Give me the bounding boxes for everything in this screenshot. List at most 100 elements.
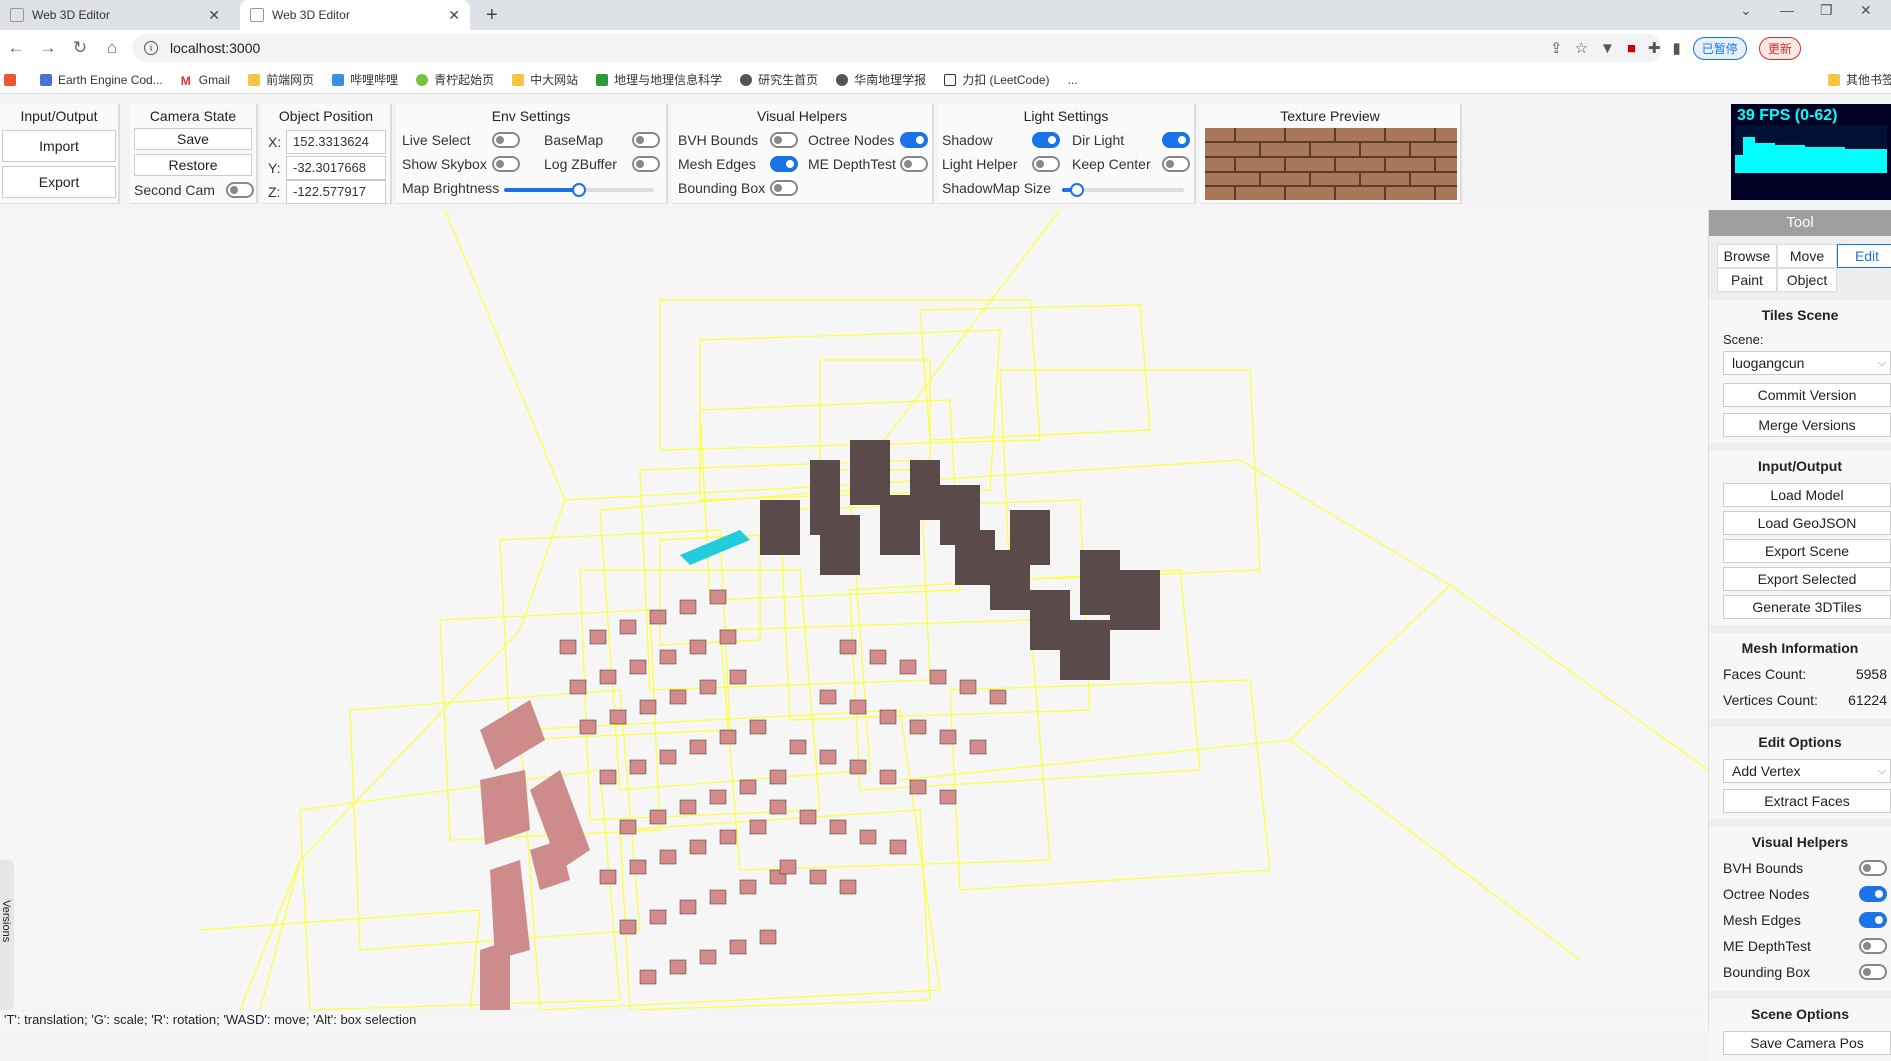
- scene-select[interactable]: luogangcun ⌵: [1723, 351, 1891, 375]
- extension-red-icon[interactable]: ■: [1627, 40, 1636, 57]
- octree-nodes-toggle[interactable]: [900, 132, 928, 148]
- export-scene-button[interactable]: Export Scene: [1723, 539, 1891, 563]
- map-brightness-slider[interactable]: [504, 183, 654, 197]
- mesh-edges-toggle[interactable]: [770, 156, 798, 172]
- url-input[interactable]: i localhost:3000: [132, 34, 1662, 62]
- load-model-button[interactable]: Load Model: [1723, 483, 1891, 507]
- basemap-toggle[interactable]: [632, 132, 660, 148]
- mode-object[interactable]: Object: [1777, 268, 1837, 292]
- light-title: Light Settings: [1023, 108, 1109, 124]
- browser-tab[interactable]: Web 3D Editor ✕: [0, 0, 230, 30]
- right-mesh-edges-toggle[interactable]: [1859, 912, 1887, 928]
- commit-version-button[interactable]: Commit Version: [1723, 383, 1891, 407]
- puzzle-icon[interactable]: ✚: [1648, 39, 1661, 57]
- site-info-icon[interactable]: i: [144, 41, 158, 55]
- bookmark-item[interactable]: Earth Engine Cod...: [40, 73, 163, 87]
- extension-icon[interactable]: ▼: [1600, 40, 1615, 57]
- import-button[interactable]: Import: [2, 130, 116, 162]
- bookmark-item[interactable]: 力扣 (LeetCode): [944, 71, 1050, 88]
- scene-canvas[interactable]: [0, 209, 1709, 1011]
- bookmark-item[interactable]: 中大网站: [512, 71, 578, 88]
- close-tab-icon[interactable]: ✕: [448, 7, 460, 24]
- bounding-box-toggle[interactable]: [770, 180, 798, 196]
- me-depthtest-label: ME DepthTest: [808, 156, 896, 172]
- slider-knob[interactable]: [1069, 183, 1084, 197]
- bookmark-item[interactable]: 地理与地理信息科学: [596, 71, 722, 88]
- right-bvh-label: BVH Bounds: [1723, 860, 1804, 876]
- mode-paint[interactable]: Paint: [1717, 268, 1777, 292]
- versions-drawer-tab[interactable]: Versions: [0, 860, 14, 1010]
- reload-icon[interactable]: ↻: [64, 38, 96, 58]
- mode-browse[interactable]: Browse: [1717, 244, 1777, 268]
- shadowmap-size-slider[interactable]: [1062, 183, 1184, 197]
- log-zbuffer-toggle[interactable]: [632, 156, 660, 172]
- export-selected-button[interactable]: Export Selected: [1723, 567, 1891, 591]
- forward-icon[interactable]: →: [32, 38, 64, 58]
- texture-brick-image: [1205, 128, 1457, 200]
- y-position-input[interactable]: -32.3017668: [286, 156, 386, 180]
- generate-3dtiles-button[interactable]: Generate 3DTiles: [1723, 595, 1891, 619]
- show-skybox-toggle[interactable]: [492, 156, 520, 172]
- tab-search-icon[interactable]: ⌄: [1740, 2, 1752, 19]
- restore-camera-button[interactable]: Restore: [134, 154, 252, 176]
- me-depthtest-toggle[interactable]: [900, 156, 928, 172]
- mesh-information-title: Mesh Information: [1741, 640, 1859, 656]
- close-tab-icon[interactable]: ✕: [208, 7, 220, 24]
- extract-faces-button[interactable]: Extract Faces: [1723, 789, 1891, 813]
- load-geojson-button[interactable]: Load GeoJSON: [1723, 511, 1891, 535]
- selected-building[interactable]: [680, 530, 750, 565]
- browser-tab-active[interactable]: Web 3D Editor ✕: [240, 0, 470, 30]
- right-bvh-toggle[interactable]: [1859, 860, 1887, 876]
- globe-icon: [836, 73, 849, 86]
- edit-mode-select[interactable]: Add Vertex ⌵: [1723, 759, 1891, 783]
- bvh-bounds-toggle[interactable]: [770, 132, 798, 148]
- bookmark-item[interactable]: M Gmail: [180, 73, 230, 88]
- live-select-label: Live Select: [402, 132, 471, 148]
- live-select-toggle[interactable]: [492, 132, 520, 148]
- bookmark-item[interactable]: 研究生首页: [740, 71, 818, 88]
- z-position-input[interactable]: -122.577917: [286, 180, 386, 204]
- back-icon[interactable]: ←: [0, 38, 32, 58]
- slider-knob[interactable]: [572, 183, 586, 197]
- home-icon[interactable]: ⌂: [96, 38, 128, 58]
- save-camera-pos-button[interactable]: Save Camera Pos: [1723, 1031, 1891, 1055]
- fps-monitor[interactable]: 39 FPS (0-62): [1731, 104, 1891, 200]
- right-visual-helpers-title: Visual Helpers: [1751, 834, 1849, 850]
- octree-nodes-label: Octree Nodes: [808, 132, 895, 148]
- profile-button[interactable]: 已暂停: [1692, 36, 1747, 60]
- bookmark-item[interactable]: 华南地理学报: [836, 71, 926, 88]
- 3d-viewport[interactable]: [0, 209, 1709, 1011]
- bookmark-item[interactable]: 前端网页: [248, 71, 314, 88]
- x-position-input[interactable]: 152.3313624: [286, 130, 386, 154]
- shadow-toggle[interactable]: [1032, 132, 1060, 148]
- right-me-depth-toggle[interactable]: [1859, 938, 1887, 954]
- bookmark-overflow[interactable]: ...: [1068, 73, 1078, 87]
- input-output-section: Input/Output Load Model Load GeoJSON Exp…: [1709, 451, 1891, 625]
- edit-options-section: Edit Options Add Vertex ⌵ Extract Faces: [1709, 727, 1891, 819]
- sidebar-icon[interactable]: ▮: [1673, 39, 1681, 57]
- merge-versions-button[interactable]: Merge Versions: [1723, 413, 1891, 437]
- minimize-icon[interactable]: —: [1780, 2, 1794, 18]
- restore-icon[interactable]: ❐: [1820, 2, 1833, 19]
- save-camera-button[interactable]: Save: [134, 128, 252, 150]
- bookmark-item[interactable]: 哔哩哔哩: [332, 71, 398, 88]
- bookmark-c-icon[interactable]: [4, 73, 22, 86]
- other-bookmarks[interactable]: 其他书签: [1828, 71, 1891, 88]
- right-bbox-toggle[interactable]: [1859, 964, 1887, 980]
- close-window-icon[interactable]: ✕: [1860, 2, 1872, 19]
- second-cam-toggle[interactable]: [226, 182, 254, 198]
- bookmark-item[interactable]: 青柠起始页: [416, 71, 494, 88]
- keep-center-label: Keep Center: [1072, 156, 1151, 172]
- share-icon[interactable]: ⇪: [1550, 39, 1563, 57]
- mode-move[interactable]: Move: [1777, 244, 1837, 268]
- export-button[interactable]: Export: [2, 166, 116, 198]
- light-helper-toggle[interactable]: [1032, 156, 1060, 172]
- dir-light-toggle[interactable]: [1162, 132, 1190, 148]
- update-button[interactable]: 更新: [1758, 36, 1801, 60]
- object-position-title: Object Position: [278, 108, 374, 124]
- mode-edit[interactable]: Edit: [1837, 244, 1891, 268]
- keep-center-toggle[interactable]: [1162, 156, 1190, 172]
- right-octree-toggle[interactable]: [1859, 886, 1887, 902]
- star-icon[interactable]: ☆: [1575, 39, 1588, 57]
- new-tab-icon[interactable]: +: [486, 4, 498, 27]
